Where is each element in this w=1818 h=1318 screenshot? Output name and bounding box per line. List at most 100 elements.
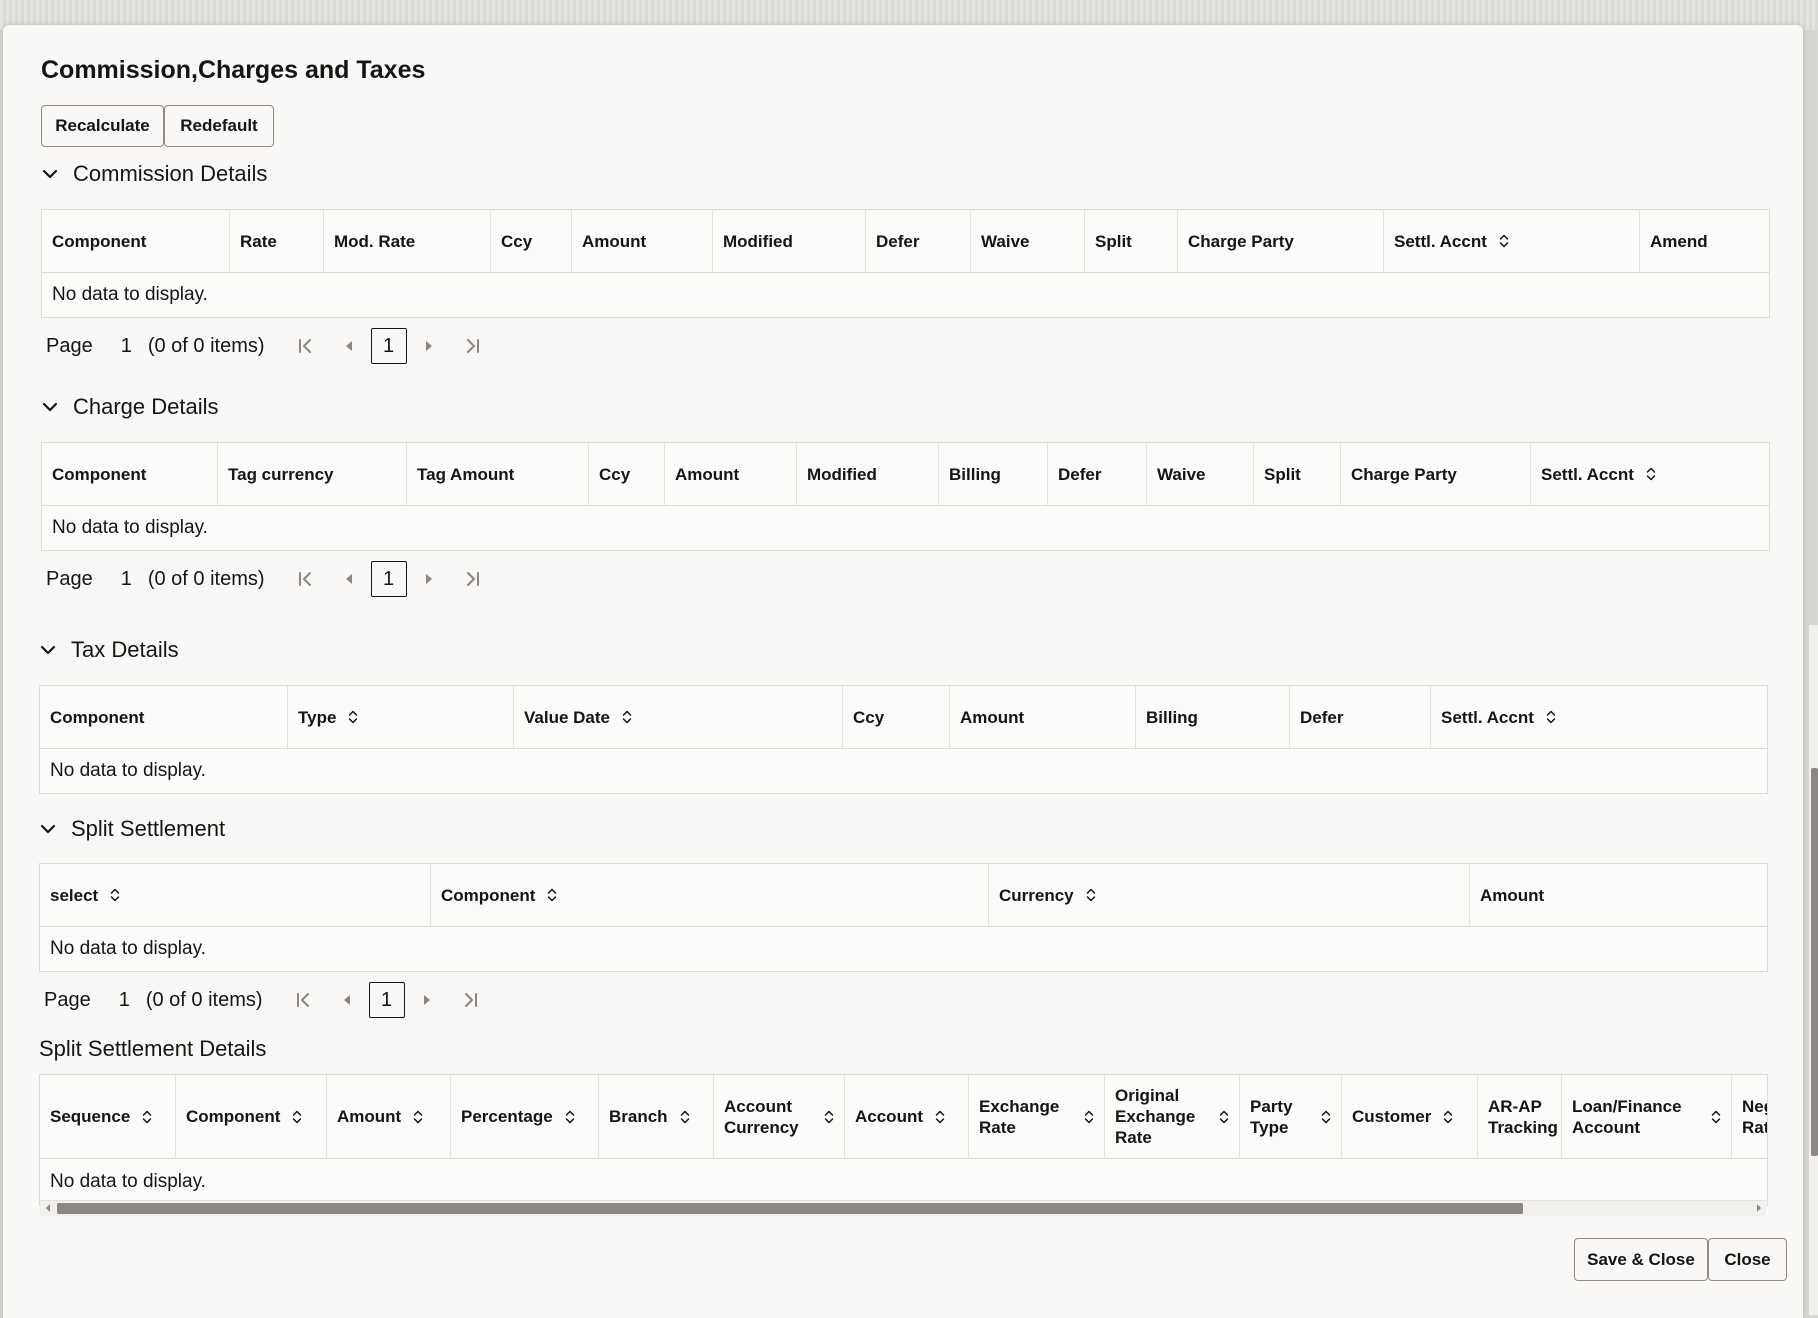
redefault-button[interactable]: Redefault [164,105,274,147]
current-page-button[interactable]: 1 [370,328,407,364]
close-button[interactable]: Close [1708,1238,1787,1281]
column-header[interactable]: Settl. Accnt [1431,686,1767,748]
column-header[interactable]: Customer [1342,1075,1478,1158]
next-page-icon[interactable] [419,569,439,589]
column-header[interactable]: Settl. Accnt [1384,210,1640,272]
column-header[interactable]: Sequence [40,1075,176,1158]
sort-icon[interactable] [565,1109,575,1125]
column-header-label: Account Currency [724,1096,799,1137]
sort-icon[interactable] [110,887,120,903]
column-header-label: Amount [1480,885,1545,905]
column-header[interactable]: Loan/Finance Account [1562,1075,1732,1158]
column-header-label: Charge Party [1188,231,1294,251]
page-number: 1 [118,988,130,1011]
first-page-icon[interactable] [295,336,315,356]
column-header-label: Component [441,885,536,905]
sort-icon[interactable] [1219,1109,1229,1125]
sort-icon[interactable] [1084,1109,1094,1125]
column-header-label: Settl. Accnt [1441,707,1534,727]
section-title: Split Settlement [71,816,226,841]
column-header-label: Customer [1352,1107,1432,1126]
page-label: Page [44,988,91,1011]
column-header[interactable]: select [40,864,431,926]
table-header: Component Tag currency Tag Amount Ccy Amount… [42,443,1769,506]
sort-icon[interactable] [1499,233,1509,249]
column-header-label: Mod. Rate [334,231,416,251]
table-header: select Component Currency Amount [40,864,1767,927]
column-header: Ccy [491,210,572,272]
column-header[interactable]: Type [288,686,514,748]
column-header[interactable]: Party Type [1240,1075,1342,1158]
column-header: Amount [950,686,1136,748]
next-page-icon[interactable] [417,990,437,1010]
sort-icon[interactable] [1546,709,1556,725]
column-header: Component [42,443,218,505]
next-page-icon[interactable] [419,336,439,356]
sort-icon[interactable] [142,1109,152,1125]
sort-icon[interactable] [824,1109,834,1125]
empty-message: No data to display. [50,938,206,959]
previous-page-icon[interactable] [337,990,357,1010]
column-header[interactable]: Component [431,864,989,926]
current-page-button[interactable]: 1 [370,561,407,597]
scroll-left-arrow-icon[interactable] [43,1202,53,1214]
column-header[interactable]: Amount [327,1075,451,1158]
column-header[interactable]: Component [176,1075,327,1158]
tax-section-toggle[interactable]: Tax Details [39,637,179,663]
column-header-label: Currency [999,885,1074,905]
column-header-label: Amount [960,707,1025,727]
column-header: Component [40,686,288,748]
column-header[interactable]: Original Exchange Rate [1105,1075,1240,1158]
sort-icon[interactable] [680,1109,690,1125]
commission-section-toggle[interactable]: Commission Details [41,161,267,187]
current-page-button[interactable]: 1 [368,982,405,1018]
column-header[interactable]: Account Currency [714,1075,845,1158]
recalculate-button[interactable]: Recalculate [41,105,164,147]
sort-icon[interactable] [935,1109,945,1125]
column-header[interactable]: Exchange Rate [969,1075,1105,1158]
column-header: Neg Rat [1732,1075,1768,1158]
column-header-label: Component [52,464,147,484]
last-page-icon[interactable] [463,336,483,356]
page-number: 1 [120,334,132,357]
column-header[interactable]: Branch [599,1075,714,1158]
save-close-button[interactable]: Save & Close [1574,1238,1708,1281]
charge-section-toggle[interactable]: Charge Details [41,394,219,420]
column-header-label: Ccy [501,231,533,251]
column-header: Split [1085,210,1178,272]
sort-icon[interactable] [348,709,358,725]
scroll-right-arrow-icon[interactable] [1754,1202,1764,1214]
column-header-label: Neg Rat [1742,1096,1768,1137]
sort-icon[interactable] [1443,1109,1453,1125]
column-header-label: Exchange Rate [979,1096,1060,1137]
last-page-icon[interactable] [463,569,483,589]
column-header[interactable]: Currency [989,864,1470,926]
sort-icon[interactable] [1321,1109,1331,1125]
sort-icon[interactable] [1086,887,1096,903]
first-page-icon[interactable] [295,569,315,589]
column-header-label: Split [1264,464,1301,484]
horizontal-scrollbar-thumb[interactable] [57,1203,1523,1214]
sort-icon[interactable] [547,887,557,903]
column-header-label: Sequence [50,1107,131,1126]
column-header: Rate [230,210,324,272]
split-section-toggle[interactable]: Split Settlement [39,816,225,842]
vertical-scrollbar-thumb[interactable] [1811,768,1818,1156]
split-table: select Component Currency Amount No data to … [39,863,1768,972]
first-page-icon[interactable] [293,990,313,1010]
column-header[interactable]: Settl. Accnt [1531,443,1769,505]
charge-table: Component Tag currency Tag Amount Ccy Amount… [41,442,1770,551]
sort-icon[interactable] [1646,466,1656,482]
column-header[interactable]: Percentage [451,1075,599,1158]
sort-icon[interactable] [292,1109,302,1125]
column-header-label: Party Type [1250,1096,1293,1137]
sort-icon[interactable] [622,709,632,725]
column-header[interactable]: Value Date [514,686,843,748]
previous-page-icon[interactable] [339,336,359,356]
previous-page-icon[interactable] [339,569,359,589]
sort-icon[interactable] [413,1109,423,1125]
last-page-icon[interactable] [461,990,481,1010]
column-header[interactable]: Account [845,1075,969,1158]
sort-icon[interactable] [1711,1109,1721,1125]
item-count: (0 of 0 items) [147,567,265,590]
